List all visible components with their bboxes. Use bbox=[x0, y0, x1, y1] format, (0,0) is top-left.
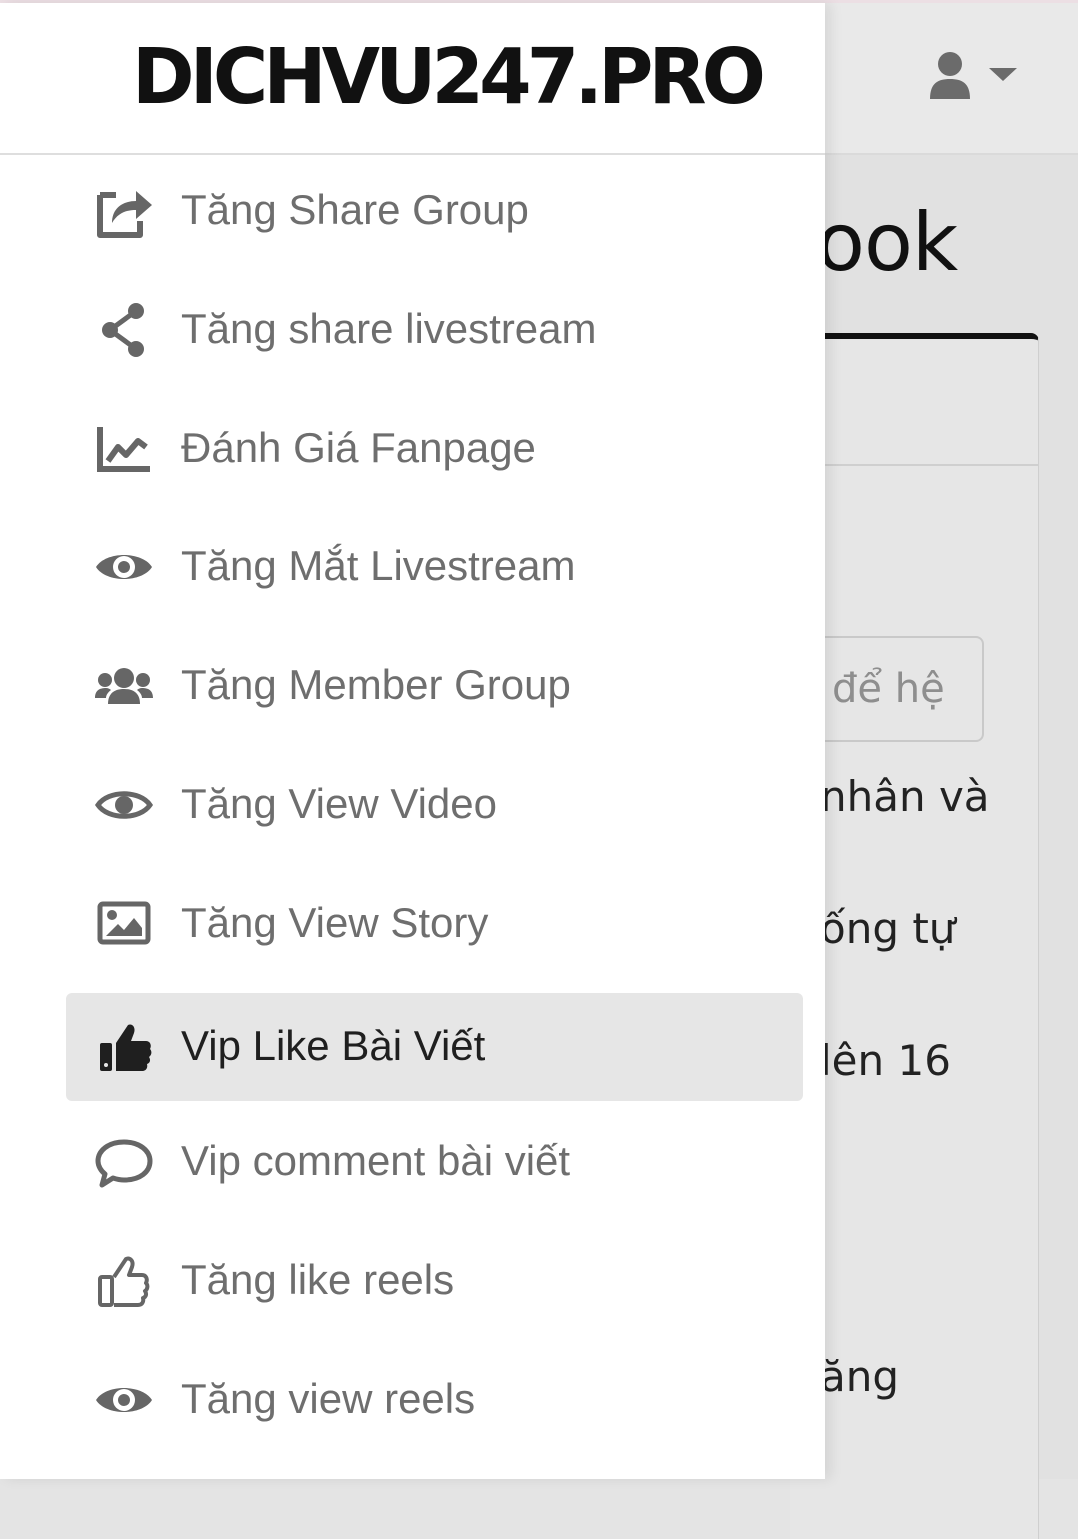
sidebar-item-label: Tăng Share Group bbox=[181, 186, 529, 233]
sidebar-item-tang-view-video[interactable]: Tăng View Video bbox=[66, 751, 803, 859]
sidebar-item-label: Đánh Giá Fanpage bbox=[181, 424, 536, 471]
order-input-placeholder: để hệ bbox=[832, 666, 945, 712]
info-text: ống tự bbox=[820, 904, 956, 953]
thumbs-up-outline-icon bbox=[94, 1253, 154, 1309]
sidebar-item-danh-gia-fanpage[interactable]: Đánh Giá Fanpage bbox=[66, 395, 803, 503]
info-text: lên 16 bbox=[820, 1036, 951, 1085]
user-icon bbox=[930, 52, 970, 99]
eye-icon bbox=[94, 539, 154, 595]
sidebar-item-tang-mat-livestream[interactable]: Tăng Mắt Livestream bbox=[66, 513, 803, 621]
sidebar-item-label: Vip comment bài viết bbox=[181, 1137, 571, 1184]
sidebar-item-vip-like-bai-viet[interactable]: Vip Like Bài Viết bbox=[66, 993, 803, 1101]
thumbs-up-solid-icon bbox=[94, 1019, 154, 1075]
sidebar-item-tang-view-reels[interactable]: Tăng view reels bbox=[66, 1346, 803, 1454]
users-icon bbox=[94, 658, 154, 714]
page-title: ook bbox=[816, 196, 958, 289]
sidebar-item-label: Tăng Mắt Livestream bbox=[181, 542, 576, 589]
caret-down-icon bbox=[989, 68, 1017, 81]
sidebar-drawer: DICHVU247.PRO Tăng Share Group Tăng shar… bbox=[0, 3, 825, 1479]
info-text: nhân và bbox=[820, 772, 990, 821]
sidebar-item-tang-view-story[interactable]: Tăng View Story bbox=[66, 870, 803, 978]
eye-outline-icon bbox=[94, 777, 154, 833]
sidebar-item-label: Tăng View Video bbox=[181, 780, 498, 827]
sidebar-item-label: Tăng share livestream bbox=[181, 305, 597, 352]
eye-icon bbox=[94, 1372, 154, 1428]
info-text: ăng bbox=[820, 1352, 900, 1401]
sidebar-item-tang-like-reels[interactable]: Tăng like reels bbox=[66, 1227, 803, 1335]
image-icon bbox=[94, 896, 154, 952]
card-divider bbox=[790, 464, 1038, 466]
sidebar-item-label: Tăng view reels bbox=[181, 1375, 476, 1422]
sidebar-item-label: Vip Like Bài Viết bbox=[181, 1022, 486, 1069]
sidebar-item-label: Tăng Member Group bbox=[181, 661, 571, 708]
share-square-icon bbox=[94, 183, 154, 239]
sidebar-item-label: Tăng View Story bbox=[181, 899, 489, 946]
share-nodes-icon bbox=[94, 302, 154, 358]
chart-line-icon bbox=[94, 421, 154, 477]
site-logo[interactable]: DICHVU247.PRO bbox=[132, 33, 766, 122]
sidebar-item-tang-share-livestream[interactable]: Tăng share livestream bbox=[66, 276, 803, 384]
sidebar-item-tang-share-group[interactable]: Tăng Share Group bbox=[66, 157, 803, 265]
sidebar-item-label: Tăng like reels bbox=[181, 1256, 455, 1303]
brand-bar: DICHVU247.PRO bbox=[0, 3, 825, 155]
sidebar-item-tang-member-group[interactable]: Tăng Member Group bbox=[66, 632, 803, 740]
user-menu-toggle[interactable] bbox=[926, 51, 1021, 105]
sidebar-item-vip-comment-bai-viet[interactable]: Vip comment bài viết bbox=[66, 1108, 803, 1216]
comment-icon bbox=[94, 1134, 154, 1190]
